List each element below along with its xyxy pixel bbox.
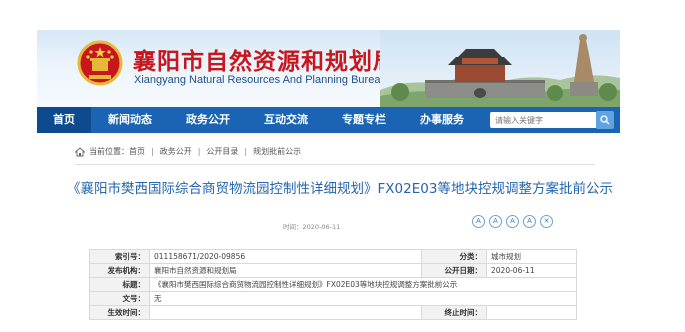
site-subtitle: Xiangyang Natural Resources And Planning… bbox=[134, 74, 387, 86]
table-row: 索引号： 011158671/2020-09856 分类： 城市规划 bbox=[89, 249, 577, 264]
search-button[interactable] bbox=[596, 111, 614, 129]
breadcrumb-item-catalog[interactable]: 公开目录 bbox=[206, 146, 238, 157]
close-icon[interactable]: ✕ bbox=[540, 215, 553, 228]
breadcrumb-divider bbox=[75, 164, 595, 165]
doc-no-value: 无 bbox=[149, 291, 577, 306]
search-input[interactable] bbox=[490, 112, 598, 128]
site-banner: 襄阳市自然资源和规划局 Xiangyang Natural Resources … bbox=[37, 30, 620, 107]
nav-item-news[interactable]: 新闻动态 bbox=[91, 107, 169, 133]
font-large-button[interactable]: A bbox=[523, 215, 536, 228]
nav-item-home[interactable]: 首页 bbox=[37, 107, 91, 133]
national-emblem-icon bbox=[77, 40, 123, 86]
nav-item-gov-affairs[interactable]: 政务公开 bbox=[169, 107, 247, 133]
breadcrumb-separator: | bbox=[244, 147, 248, 156]
publish-date: 时间：2020-06-11 bbox=[283, 223, 341, 231]
nav-item-interaction[interactable]: 互动交流 bbox=[247, 107, 325, 133]
publisher-value: 襄阳市自然资源和规划局 bbox=[149, 263, 422, 278]
breadcrumb: 当前位置： 首页 | 政务公开 | 公开目录 | 规划批前公示 bbox=[75, 146, 301, 157]
table-row: 文号： 无 bbox=[89, 291, 577, 306]
table-row: 发布机构： 襄阳市自然资源和规划局 公开日期： 2020-06-11 bbox=[89, 263, 577, 278]
publish-date-label: 公开日期： bbox=[421, 263, 487, 278]
font-decrease-button[interactable]: A bbox=[472, 215, 485, 228]
breadcrumb-item-home[interactable]: 首页 bbox=[129, 146, 145, 157]
breadcrumb-item-gov-affairs[interactable]: 政务公开 bbox=[160, 146, 192, 157]
publisher-label: 发布机构： bbox=[89, 263, 150, 278]
publish-date-value: 2020-06-11 bbox=[486, 263, 577, 278]
article-tools: A A A A ✕ bbox=[472, 215, 553, 228]
expire-time-value bbox=[486, 305, 577, 320]
breadcrumb-separator: | bbox=[151, 147, 154, 156]
document-info-table: 索引号： 011158671/2020-09856 分类： 城市规划 发布机构：… bbox=[89, 249, 577, 320]
table-row: 标题： 《襄阳市樊西国际综合商贸物流园控制性详细规划》FX02E03等地块控规调… bbox=[89, 277, 577, 292]
breadcrumb-separator: | bbox=[197, 147, 201, 156]
effective-time-value bbox=[149, 305, 422, 320]
category-value: 城市规划 bbox=[486, 249, 577, 264]
title-value: 《襄阳市樊西国际综合商贸物流园控制性详细规划》FX02E03等地块控规调整方案批… bbox=[149, 277, 577, 292]
doc-no-label: 文号： bbox=[89, 291, 150, 306]
effective-time-label: 生效时间： bbox=[89, 305, 150, 320]
main-nav: 首页 新闻动态 政务公开 互动交流 专题专栏 办事服务 bbox=[37, 107, 620, 133]
search-icon bbox=[600, 115, 610, 125]
site-title: 襄阳市自然资源和规划局 bbox=[133, 49, 397, 75]
table-row: 生效时间： 终止时间： bbox=[89, 305, 577, 320]
nav-item-services[interactable]: 办事服务 bbox=[403, 107, 481, 133]
nav-item-topics[interactable]: 专题专栏 bbox=[325, 107, 403, 133]
title-label: 标题： bbox=[89, 277, 150, 292]
index-no-label: 索引号： bbox=[89, 249, 150, 264]
article-title: 《襄阳市樊西国际综合商贸物流园控制性详细规划》FX02E03等地块控规调整方案批… bbox=[67, 181, 613, 197]
breadcrumb-prefix: 当前位置： bbox=[89, 147, 129, 156]
category-label: 分类： bbox=[421, 249, 487, 264]
breadcrumb-item-current[interactable]: 规划批前公示 bbox=[253, 146, 301, 157]
font-default-button[interactable]: A bbox=[489, 215, 502, 228]
home-icon bbox=[75, 146, 85, 156]
index-no-value: 011158671/2020-09856 bbox=[149, 249, 422, 264]
font-increase-button[interactable]: A bbox=[506, 215, 519, 228]
expire-time-label: 终止时间： bbox=[421, 305, 487, 320]
city-gate-scenery bbox=[380, 30, 620, 107]
